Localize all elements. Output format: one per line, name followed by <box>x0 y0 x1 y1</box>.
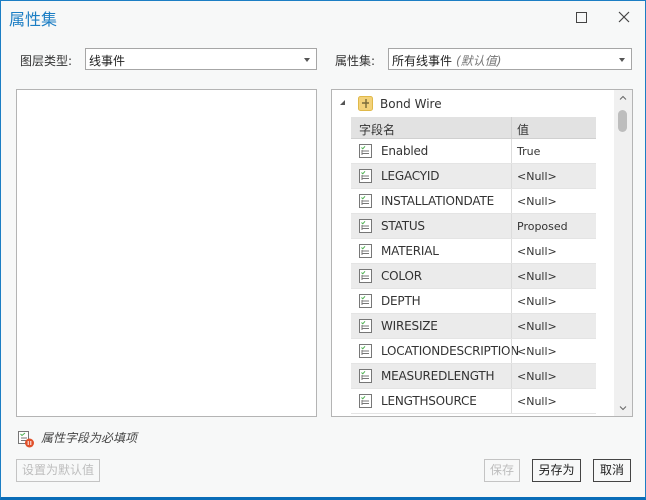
line-event-layer-icon <box>358 96 373 111</box>
expand-collapse-icon[interactable] <box>340 100 345 105</box>
field-name: WIRESIZE <box>381 319 438 333</box>
maximize-button[interactable] <box>572 8 590 26</box>
field-icon <box>359 269 372 283</box>
close-icon <box>618 11 630 23</box>
column-divider <box>511 314 512 338</box>
grid-header: 字段名 值 <box>351 117 596 139</box>
field-name: MATERIAL <box>381 244 439 258</box>
attribute-row[interactable]: WIRESIZE <Null> <box>351 314 596 339</box>
field-value[interactable]: <Null> <box>517 320 557 333</box>
required-field-icon <box>18 431 34 448</box>
column-divider <box>511 264 512 288</box>
dialog-title: 属性集 <box>9 10 58 29</box>
chevron-down-icon <box>619 58 625 62</box>
field-icon <box>359 294 372 308</box>
column-header-value[interactable]: 值 <box>517 121 529 138</box>
field-name: STATUS <box>381 219 425 233</box>
field-icon <box>359 169 372 183</box>
vertical-scrollbar[interactable] <box>614 90 632 416</box>
field-icon <box>359 219 372 233</box>
field-value[interactable]: <Null> <box>517 370 557 383</box>
scroll-up-icon[interactable] <box>619 94 627 102</box>
column-divider <box>511 239 512 263</box>
attribute-row[interactable]: LENGTHSOURCE <Null> <box>351 389 596 414</box>
attribute-tree-panel: Bond Wire 字段名 值 Enabled True LEGACYID <Null… <box>331 89 633 417</box>
field-value[interactable]: Proposed <box>517 220 568 233</box>
layer-type-value: 线事件 <box>89 54 126 68</box>
close-button[interactable] <box>615 8 633 26</box>
attribute-set-value: 所有线事件 <box>392 54 453 68</box>
column-divider <box>511 117 512 138</box>
column-divider <box>511 364 512 388</box>
field-icon <box>359 344 372 358</box>
cancel-button[interactable]: 取消 <box>593 459 631 482</box>
save-button[interactable]: 保存 <box>484 459 520 482</box>
field-icon <box>359 194 372 208</box>
attribute-set-label: 属性集: <box>335 54 376 68</box>
field-icon <box>359 319 372 333</box>
column-divider <box>511 164 512 188</box>
layer-tree-node[interactable]: Bond Wire <box>332 94 612 114</box>
field-name: MEASUREDLENGTH <box>381 369 495 383</box>
field-value[interactable]: <Null> <box>517 295 557 308</box>
field-value[interactable]: True <box>517 145 540 158</box>
attribute-set-default-hint: (默认值) <box>456 54 502 68</box>
required-field-legend-text: 属性字段为必填项 <box>41 431 138 445</box>
attribute-row[interactable]: MATERIAL <Null> <box>351 239 596 264</box>
attribute-row[interactable]: INSTALLATIONDATE <Null> <box>351 189 596 214</box>
column-divider <box>511 189 512 213</box>
attribute-row[interactable]: COLOR <Null> <box>351 264 596 289</box>
column-header-field[interactable]: 字段名 <box>359 121 395 138</box>
attribute-row[interactable]: STATUS Proposed <box>351 214 596 239</box>
set-default-button[interactable]: 设置为默认值 <box>16 459 100 482</box>
field-name: LEGACYID <box>381 169 440 183</box>
grid-rows: Enabled True LEGACYID <Null> INSTALLATIONDAT… <box>351 139 596 414</box>
field-name: COLOR <box>381 269 422 283</box>
save-as-button[interactable]: 另存为 <box>532 459 581 482</box>
attribute-row[interactable]: DEPTH <Null> <box>351 289 596 314</box>
field-name: INSTALLATIONDATE <box>381 194 494 208</box>
column-divider <box>511 339 512 363</box>
layer-type-dropdown[interactable]: 线事件 <box>85 48 317 70</box>
column-divider <box>511 389 512 413</box>
chevron-down-icon <box>304 58 310 62</box>
field-value[interactable]: <Null> <box>517 345 557 358</box>
layer-name: Bond Wire <box>380 97 442 111</box>
layer-list-panel[interactable] <box>16 89 317 417</box>
field-icon <box>359 394 372 408</box>
layer-type-label: 图层类型: <box>20 54 73 68</box>
column-divider <box>511 214 512 238</box>
field-value[interactable]: <Null> <box>517 270 557 283</box>
scroll-down-icon[interactable] <box>619 404 627 412</box>
scrollbar-thumb[interactable] <box>618 110 627 132</box>
field-name: LENGTHSOURCE <box>381 394 477 408</box>
attribute-row[interactable]: MEASUREDLENGTH <Null> <box>351 364 596 389</box>
maximize-icon <box>576 12 587 23</box>
field-value[interactable]: <Null> <box>517 245 557 258</box>
attribute-set-dropdown[interactable]: 所有线事件 (默认值) <box>388 48 632 70</box>
attribute-row[interactable]: LEGACYID <Null> <box>351 164 596 189</box>
attribute-set-dialog: 属性集 图层类型: 线事件 属性集: 所有线事件 (默认值) Bond Wire … <box>0 0 646 500</box>
field-value[interactable]: <Null> <box>517 195 557 208</box>
attribute-row[interactable]: LOCATIONDESCRIPTION <Null> <box>351 339 596 364</box>
column-divider <box>511 139 512 163</box>
attribute-set-value-wrap: 所有线事件 (默认值) <box>392 52 501 69</box>
attribute-grid: 字段名 值 Enabled True LEGACYID <Null> INSTALLAT… <box>351 117 596 414</box>
field-value[interactable]: <Null> <box>517 395 557 408</box>
field-name: DEPTH <box>381 294 421 308</box>
column-divider <box>511 289 512 313</box>
field-icon <box>359 369 372 383</box>
field-name: LOCATIONDESCRIPTION <box>381 344 520 358</box>
attribute-row[interactable]: Enabled True <box>351 139 596 164</box>
field-icon <box>359 144 372 158</box>
field-name: Enabled <box>381 144 429 158</box>
field-value[interactable]: <Null> <box>517 170 557 183</box>
field-icon <box>359 244 372 258</box>
